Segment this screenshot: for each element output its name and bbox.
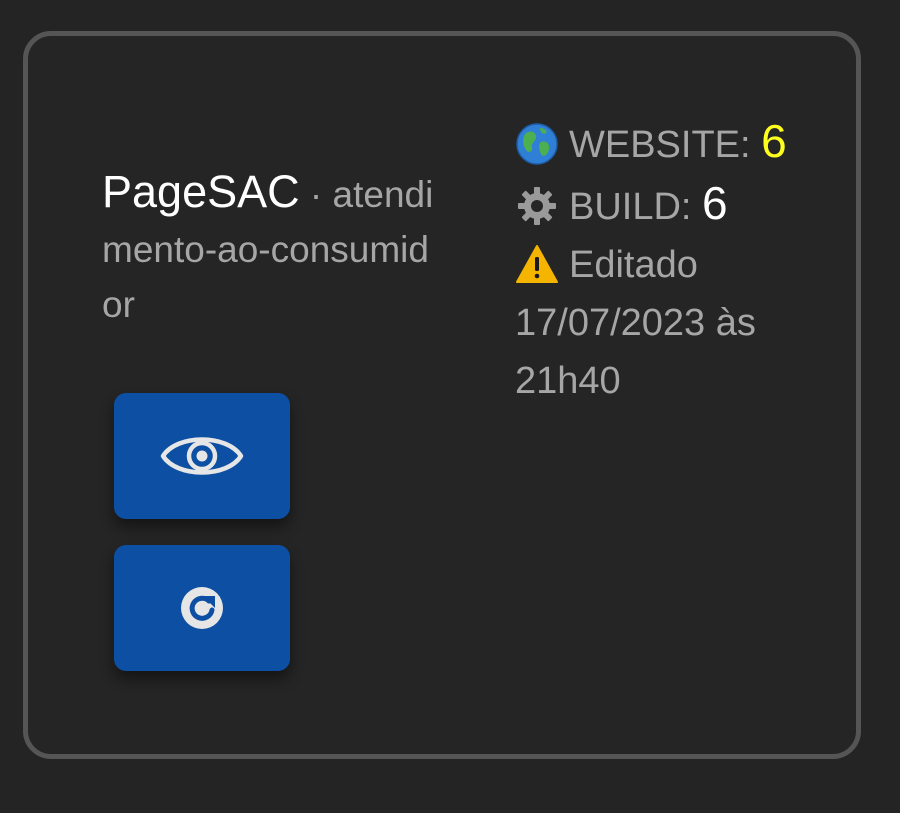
project-stats: WEBSITE: 6 BUILD: 6 Editado 17/07/2023 à… [515,112,835,410]
website-value: 6 [761,115,787,167]
project-card: PageSAC · atendimento-ao-consumidor WEBS… [23,31,861,759]
refresh-icon [181,587,223,629]
build-label: BUILD: [569,186,692,228]
build-value: 6 [702,177,728,229]
globe-icon [516,123,558,165]
title-separator: · [299,174,333,215]
rebuild-button[interactable] [114,545,290,671]
project-name: PageSAC [102,166,300,217]
project-title: PageSAC · atendimento-ao-consumidor [102,164,437,332]
edited-time: 21h40 [515,360,621,402]
view-button[interactable] [114,393,290,519]
warning-icon [516,245,558,283]
website-stat: WEBSITE: 6 [515,112,835,174]
edited-label: Editado [569,244,698,286]
gear-icon [518,187,556,225]
website-label: WEBSITE: [569,124,751,166]
edited-stat: Editado [515,236,835,294]
eye-icon [160,437,244,475]
edited-date: 17/07/2023 às [515,302,756,344]
build-stat: BUILD: 6 [515,174,835,236]
